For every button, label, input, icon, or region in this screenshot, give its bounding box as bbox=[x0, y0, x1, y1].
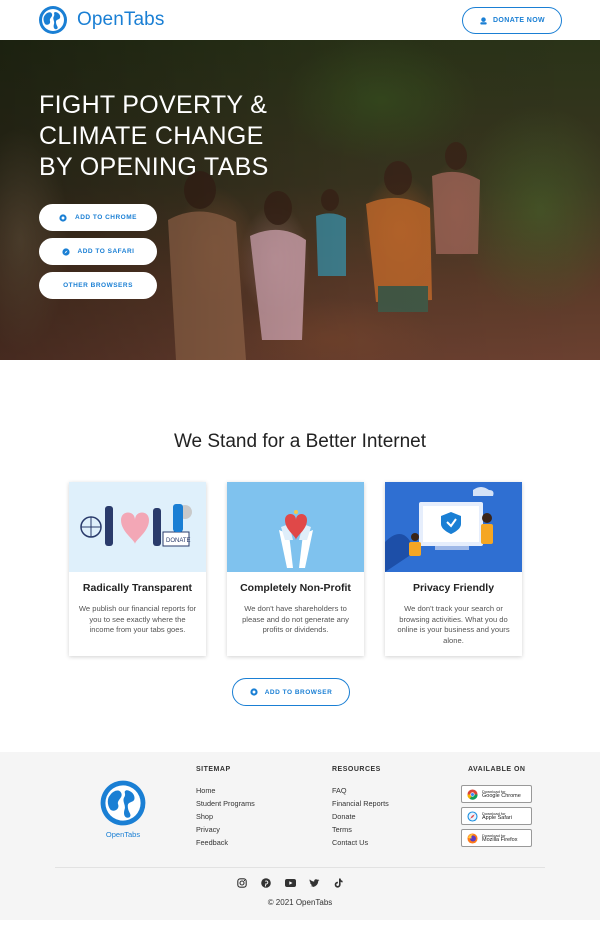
donate-icon bbox=[480, 17, 487, 25]
sitemap-heading: SITEMAP bbox=[196, 766, 231, 773]
footer-brand: OpenTabs bbox=[105, 830, 141, 839]
hero-overlay bbox=[0, 40, 600, 360]
card-illustration bbox=[227, 482, 364, 572]
card-title: Privacy Friendly bbox=[412, 582, 495, 594]
site-footer: OpenTabs SITEMAP Home Student Programs S… bbox=[0, 752, 600, 920]
hero-title-line: FIGHT POVERTY & bbox=[39, 91, 268, 119]
social-links bbox=[236, 877, 356, 889]
brand-name: OpenTabs bbox=[77, 9, 165, 30]
card-transparent: DONATE Radically Transparent We publish … bbox=[69, 482, 206, 656]
globe-logo-icon[interactable] bbox=[99, 779, 147, 827]
footer-link[interactable]: Donate bbox=[332, 812, 356, 821]
store-name: Mozilla Firefox bbox=[482, 837, 518, 843]
card-illustration: DONATE bbox=[69, 482, 206, 572]
footer-link[interactable]: Student Programs bbox=[196, 799, 255, 808]
store-text: Download for Mozilla Firefox bbox=[482, 833, 517, 843]
youtube-icon[interactable] bbox=[284, 877, 296, 889]
store-text: Download for Apple Safari bbox=[482, 811, 512, 821]
footer-link[interactable]: Home bbox=[196, 786, 215, 795]
card-text: We publish our financial reports for you… bbox=[78, 604, 197, 634]
hero-title-line: BY OPENING TABS bbox=[39, 153, 269, 181]
copyright: © 2021 OpenTabs bbox=[267, 898, 333, 907]
donate-now-button[interactable]: DONATE NOW bbox=[462, 7, 562, 34]
transparency-illustration: DONATE bbox=[69, 482, 206, 572]
card-text: We don't have shareholders to please and… bbox=[242, 604, 349, 634]
site-header: OpenTabs DONATE NOW bbox=[0, 0, 600, 40]
add-to-safari-label: ADD TO SAFARI bbox=[77, 248, 135, 255]
card-non-profit: Completely Non-Profit We don't have shar… bbox=[227, 482, 364, 656]
footer-link[interactable]: FAQ bbox=[332, 786, 347, 795]
card-text: We don't track your search or browsing a… bbox=[397, 604, 510, 645]
add-to-chrome-button[interactable]: ADD TO CHROME bbox=[39, 204, 157, 231]
resources-heading: RESOURCES bbox=[332, 766, 381, 773]
add-to-browser-button[interactable]: ADD TO BROWSER bbox=[232, 678, 350, 706]
available-on-heading: AVAILABLE ON bbox=[468, 766, 526, 773]
other-browsers-button[interactable]: OTHER BROWSERS bbox=[39, 272, 157, 299]
firefox-icon bbox=[467, 832, 478, 844]
pinterest-icon[interactable] bbox=[260, 877, 272, 889]
add-to-browser-label: ADD TO BROWSER bbox=[264, 688, 333, 696]
safari-icon bbox=[61, 247, 70, 256]
heart-hands-illustration bbox=[227, 482, 364, 572]
globe-logo-icon bbox=[39, 6, 67, 34]
safari-icon bbox=[467, 810, 478, 822]
hero-title: FIGHT POVERTY & CLIMATE CHANGE BY OPENIN… bbox=[39, 90, 319, 183]
footer-link[interactable]: Contact Us bbox=[332, 838, 368, 847]
card-title: Radically Transparent bbox=[82, 582, 193, 594]
footer-link[interactable]: Feedback bbox=[196, 838, 228, 847]
footer-link[interactable]: Shop bbox=[196, 812, 213, 821]
twitter-icon[interactable] bbox=[308, 877, 320, 889]
privacy-illustration bbox=[385, 482, 522, 572]
firefox-store-badge[interactable]: Download for Mozilla Firefox bbox=[461, 829, 532, 847]
footer-divider bbox=[55, 867, 545, 868]
hero-title-line: CLIMATE CHANGE bbox=[39, 122, 264, 150]
add-to-chrome-label: ADD TO CHROME bbox=[75, 214, 137, 221]
footer-link[interactable]: Terms bbox=[332, 825, 352, 834]
card-illustration bbox=[385, 482, 522, 572]
chrome-store-badge[interactable]: Download for Google Chrome bbox=[461, 785, 532, 803]
store-name: Apple Safari bbox=[482, 815, 512, 821]
tiktok-icon[interactable] bbox=[332, 877, 344, 889]
store-name: Google Chrome bbox=[482, 793, 521, 799]
mission-title: We Stand for a Better Internet bbox=[173, 431, 427, 452]
logo[interactable]: OpenTabs bbox=[38, 5, 164, 35]
chrome-icon bbox=[250, 688, 258, 696]
store-text: Download for Google Chrome bbox=[482, 789, 521, 799]
hero-section: FIGHT POVERTY & CLIMATE CHANGE BY OPENIN… bbox=[0, 40, 600, 360]
safari-store-badge[interactable]: Download for Apple Safari bbox=[461, 807, 532, 825]
card-title: Completely Non-Profit bbox=[240, 582, 351, 594]
instagram-icon[interactable] bbox=[236, 877, 248, 889]
chrome-icon bbox=[467, 788, 478, 800]
other-browsers-label: OTHER BROWSERS bbox=[63, 282, 133, 289]
chrome-icon bbox=[59, 213, 67, 222]
footer-link[interactable]: Privacy bbox=[196, 825, 220, 834]
add-to-safari-button[interactable]: ADD TO SAFARI bbox=[39, 238, 157, 265]
footer-link[interactable]: Financial Reports bbox=[332, 799, 389, 808]
card-privacy: Privacy Friendly We don't track your sea… bbox=[385, 482, 522, 656]
donate-box-text: DONATE bbox=[166, 538, 191, 544]
donate-now-label: DONATE NOW bbox=[492, 17, 546, 24]
